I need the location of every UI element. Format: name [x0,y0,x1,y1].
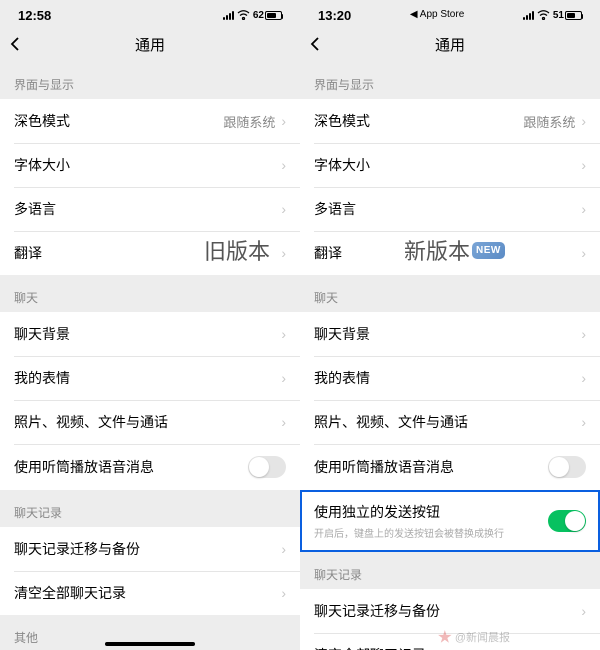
row-label: 字体大小 [14,155,70,175]
chevron-right-icon: › [581,157,586,173]
chevron-right-icon: › [281,326,286,342]
signal-icon [523,11,534,20]
section-history-header: 聊天记录 [300,552,600,589]
row-detail: 跟随系统 [223,112,275,131]
row-label: 我的表情 [314,368,370,388]
chevron-right-icon: › [281,113,286,129]
battery-icon: 51 [553,10,582,21]
wifi-icon [237,10,250,20]
status-bar: 12:58 62 [0,0,300,26]
signal-icon [223,11,234,20]
row-stickers[interactable]: 我的表情 › [300,356,600,400]
row-earpiece: 使用听筒播放语音消息 [300,444,600,490]
row-label: 聊天背景 [314,324,370,344]
row-font-size[interactable]: 字体大小 › [300,143,600,187]
row-dark-mode[interactable]: 深色模式 跟随系统 › [0,99,300,143]
toggle-send-button[interactable] [548,510,586,532]
nav-header: 通用 [0,26,300,62]
row-font-size[interactable]: 字体大小 › [0,143,300,187]
row-label: 多语言 [314,199,356,219]
chevron-left-icon [310,36,320,52]
status-right: 51 [523,10,582,21]
row-label: 翻译 [314,243,342,263]
chevron-right-icon: › [581,414,586,430]
chevron-right-icon: › [281,370,286,386]
row-stickers[interactable]: 我的表情 › [0,356,300,400]
status-right: 62 [223,10,282,21]
section-history-header: 聊天记录 [0,490,300,527]
row-multi-lang[interactable]: 多语言 › [300,187,600,231]
row-multi-lang[interactable]: 多语言 › [0,187,300,231]
row-label: 翻译 [14,243,42,263]
row-label: 聊天背景 [14,324,70,344]
phone-right: 13:20 ◀ App Store 51 通用 界面与显示 深色模式 跟随系统 ›… [300,0,600,650]
chevron-right-icon: › [581,113,586,129]
home-indicator[interactable] [105,642,195,646]
row-label: 照片、视频、文件与通话 [314,412,468,432]
row-label: 使用听筒播放语音消息 [314,457,454,477]
row-label: 使用听筒播放语音消息 [14,457,154,477]
row-translate[interactable]: 翻译 › [300,231,600,275]
row-label: 字体大小 [314,155,370,175]
section-interface-header: 界面与显示 [0,62,300,99]
send-button-title: 使用独立的发送按钮 [314,502,548,522]
row-chat-bg[interactable]: 聊天背景 › [300,312,600,356]
page-title: 通用 [435,34,465,55]
status-time: 12:58 [18,8,51,23]
row-label: 聊天记录迁移与备份 [314,601,440,621]
row-earpiece: 使用听筒播放语音消息 [0,444,300,490]
status-breadcrumb[interactable]: ◀ App Store [410,9,464,20]
row-label: 深色模式 [314,111,370,131]
back-button[interactable] [10,36,20,52]
row-translate[interactable]: 翻译 › [0,231,300,275]
chevron-left-icon [10,36,20,52]
toggle-earpiece[interactable] [548,456,586,478]
chevron-right-icon: › [281,414,286,430]
chevron-right-icon: › [281,157,286,173]
row-detail: 跟随系统 [523,112,575,131]
chevron-right-icon: › [581,370,586,386]
toggle-earpiece[interactable] [248,456,286,478]
row-migrate[interactable]: 聊天记录迁移与备份 › [0,527,300,571]
row-media[interactable]: 照片、视频、文件与通话 › [300,400,600,444]
page-title: 通用 [135,34,165,55]
row-label: 聊天记录迁移与备份 [14,539,140,559]
chevron-right-icon: › [581,201,586,217]
status-bar: 13:20 ◀ App Store 51 [300,0,600,26]
section-chat-header: 聊天 [300,275,600,312]
chevron-right-icon: › [581,603,586,619]
row-dark-mode[interactable]: 深色模式 跟随系统 › [300,99,600,143]
row-migrate[interactable]: 聊天记录迁移与备份 › [300,589,600,633]
row-media[interactable]: 照片、视频、文件与通话 › [0,400,300,444]
row-clear[interactable]: 清空全部聊天记录 › [0,571,300,615]
row-label: 多语言 [14,199,56,219]
battery-icon: 62 [253,10,282,21]
weibo-logo-icon [438,630,452,644]
back-button[interactable] [310,36,320,52]
chevron-right-icon: › [281,585,286,601]
section-chat-header: 聊天 [0,275,300,312]
chevron-right-icon: › [281,245,286,261]
nav-header: 通用 [300,26,600,62]
wifi-icon [537,10,550,20]
row-label: 深色模式 [14,111,70,131]
chevron-right-icon: › [281,201,286,217]
chevron-right-icon: › [281,541,286,557]
phone-left: 12:58 62 通用 界面与显示 深色模式 跟随系统 › 字体大小 › 多语言 … [0,0,300,650]
row-label: 清空全部聊天记录 [14,583,126,603]
chevron-right-icon: › [581,245,586,261]
row-label: 我的表情 [14,368,70,388]
row-label: 清空全部聊天记录 [314,645,426,650]
row-chat-bg[interactable]: 聊天背景 › [0,312,300,356]
section-interface-header: 界面与显示 [300,62,600,99]
highlighted-new-feature: 使用独立的发送按钮 开启后，键盘上的发送按钮会被替换成换行 [300,490,600,552]
row-label: 照片、视频、文件与通话 [14,412,168,432]
send-button-subtitle: 开启后，键盘上的发送按钮会被替换成换行 [314,525,548,540]
status-time: 13:20 [318,8,351,23]
chevron-right-icon: › [581,326,586,342]
watermark: @新闻晨报 [438,629,510,645]
